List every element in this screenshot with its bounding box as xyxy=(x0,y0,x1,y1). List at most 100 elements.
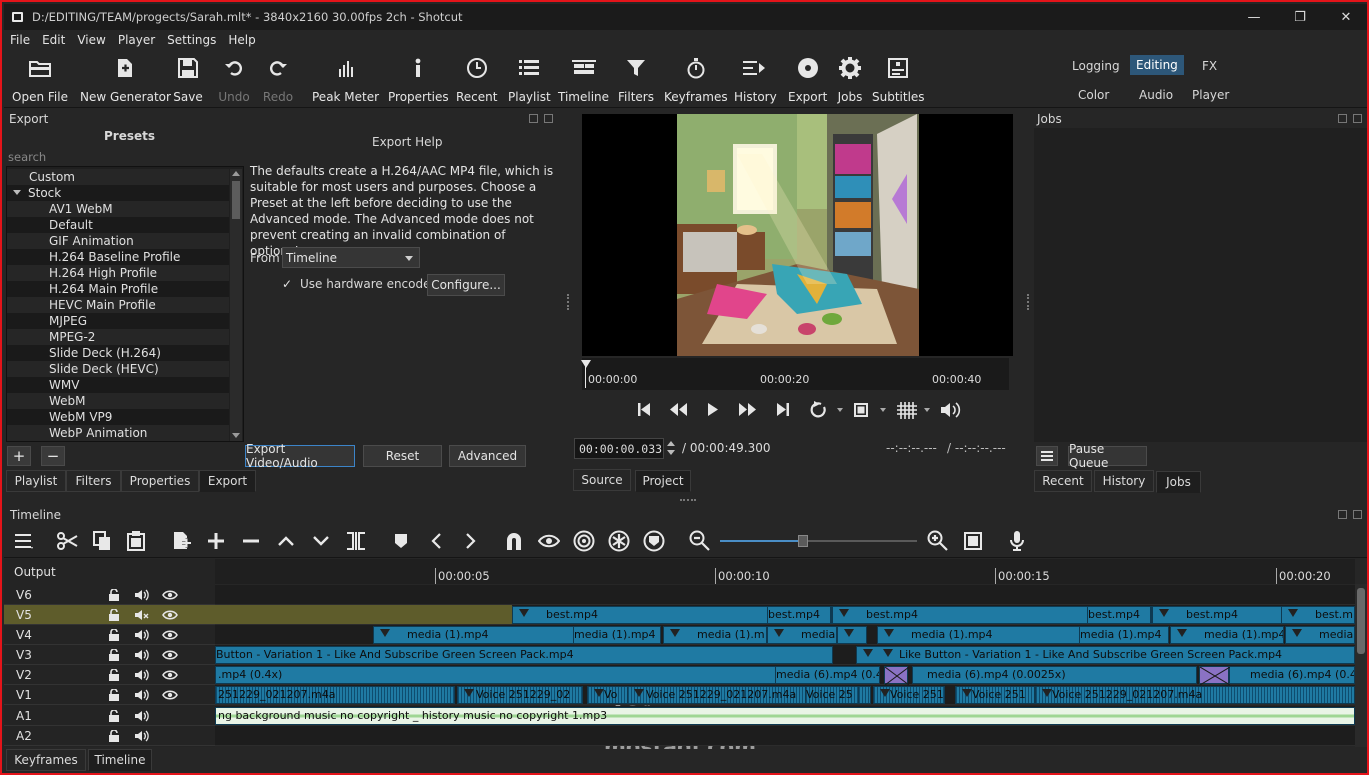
timeline-clip[interactable]: Like Button - Variation 1 - Like And Sub… xyxy=(856,646,1355,664)
reset-button[interactable]: Reset xyxy=(363,445,442,467)
tab-source[interactable]: Source xyxy=(573,469,631,491)
rewind-icon[interactable] xyxy=(670,403,687,416)
marker-icon[interactable] xyxy=(389,529,413,553)
tab-playlist[interactable]: Playlist xyxy=(6,470,66,492)
zoom-slider[interactable] xyxy=(720,535,917,547)
add-preset-button[interactable]: + xyxy=(7,446,31,466)
tab-export[interactable]: Export xyxy=(199,470,256,492)
tab-jobs[interactable]: Jobs xyxy=(1156,471,1201,493)
preset-item[interactable]: Slide Deck (HEVC) xyxy=(7,361,229,377)
close-icon[interactable] xyxy=(544,114,553,123)
eye-icon[interactable] xyxy=(162,629,178,641)
new-generator-button[interactable]: New Generator xyxy=(80,54,171,104)
speaker-icon[interactable] xyxy=(134,589,150,601)
maximize-button[interactable]: ❐ xyxy=(1277,4,1323,30)
menu-settings[interactable]: Settings xyxy=(167,33,216,47)
eye-icon[interactable] xyxy=(162,669,178,681)
preset-item[interactable]: WebM xyxy=(7,393,229,409)
timeline-clip[interactable]: media (1).mp4 xyxy=(573,626,661,644)
keyframes-button[interactable]: Keyframes xyxy=(664,54,728,104)
snap-magnet-icon[interactable] xyxy=(502,529,526,553)
subtitles-button[interactable]: Subtitles xyxy=(872,54,925,104)
from-select[interactable]: Timeline xyxy=(282,247,420,268)
lock-icon[interactable] xyxy=(108,628,120,641)
timeline-clip[interactable]: best.mp4 xyxy=(767,606,831,624)
jobs-button[interactable]: Jobs xyxy=(834,54,866,104)
timeline-clip[interactable]: media (1).mp4 xyxy=(1170,626,1284,644)
tab-history[interactable]: History xyxy=(1094,470,1154,492)
speaker-icon[interactable] xyxy=(134,689,150,701)
workspace-fx[interactable]: FX xyxy=(1196,56,1223,76)
microphone-icon[interactable] xyxy=(1005,529,1029,553)
preset-item[interactable]: MPEG-2 xyxy=(7,329,229,345)
lock-icon[interactable] xyxy=(108,648,120,661)
eye-icon[interactable] xyxy=(162,589,178,601)
preset-item[interactable]: MJPEG xyxy=(7,313,229,329)
ripple-all-tracks-icon[interactable] xyxy=(607,529,631,553)
timeline-clip[interactable]: best.mp4 xyxy=(1281,606,1355,624)
overwrite-icon[interactable] xyxy=(309,529,333,553)
menu-file[interactable]: File xyxy=(10,33,30,47)
menu-help[interactable]: Help xyxy=(228,33,255,47)
track-header-v1[interactable]: V1 xyxy=(4,685,215,705)
timeline-clip[interactable]: media ( xyxy=(1285,626,1355,644)
skip-previous-icon[interactable] xyxy=(638,403,650,416)
track-header-a2[interactable]: A2 xyxy=(4,726,215,746)
timeline-clip[interactable]: media (6).mp4 (0.0025x) xyxy=(912,666,1197,684)
timeline-clip[interactable]: m xyxy=(837,626,867,644)
remove-icon[interactable] xyxy=(239,529,263,553)
zoom-slider-handle[interactable] xyxy=(798,535,808,547)
lock-icon[interactable] xyxy=(108,668,120,681)
track-lane[interactable] xyxy=(215,726,1355,746)
workspace-logging[interactable]: Logging xyxy=(1066,56,1126,76)
timeline-clip[interactable]: best.mp4 xyxy=(1152,606,1282,624)
hw-encoder-checkbox[interactable]: ✓ xyxy=(282,278,294,290)
save-button[interactable]: Save xyxy=(172,54,204,104)
preset-item[interactable]: H.264 Baseline Profile xyxy=(7,249,229,265)
track-header-v2[interactable]: V2 xyxy=(4,665,215,685)
track-lane[interactable] xyxy=(215,585,1355,605)
speaker-icon[interactable] xyxy=(134,669,150,681)
speaker-icon[interactable] xyxy=(134,629,150,641)
lift-icon[interactable] xyxy=(274,529,298,553)
preset-item[interactable]: Slide Deck (H.264) xyxy=(7,345,229,361)
timeline-button[interactable]: Timeline xyxy=(558,54,609,104)
loop-icon[interactable] xyxy=(810,401,843,418)
preset-item[interactable]: Default xyxy=(7,217,229,233)
advanced-button[interactable]: Advanced xyxy=(449,445,526,467)
preset-scrollbar[interactable] xyxy=(230,169,242,441)
ripple-icon[interactable] xyxy=(572,529,596,553)
float-icon[interactable] xyxy=(1338,510,1347,519)
track-header-v3[interactable]: V3 xyxy=(4,645,215,665)
timeline-clip[interactable]: Voice 25 xyxy=(805,686,859,704)
timeline-vertical-scrollbar[interactable] xyxy=(1355,584,1367,747)
transition-block[interactable] xyxy=(884,666,910,686)
timeline-menu-icon[interactable] xyxy=(12,529,36,553)
fast-forward-icon[interactable] xyxy=(739,403,756,416)
preset-item[interactable]: Stock xyxy=(7,185,229,201)
export-video-audio-button[interactable]: Export Video/Audio xyxy=(245,442,355,470)
volume-icon[interactable] xyxy=(941,402,961,418)
pause-queue-button[interactable]: Pause Queue xyxy=(1068,442,1147,470)
split-icon[interactable] xyxy=(344,529,368,553)
preset-item[interactable]: WebM VP9 xyxy=(7,409,229,425)
preset-item[interactable]: H.264 High Profile xyxy=(7,265,229,281)
timeline-clip[interactable]: Voice 251229_02 xyxy=(457,686,583,704)
export-button[interactable]: Export xyxy=(788,54,827,104)
copy-icon[interactable] xyxy=(90,529,114,553)
timecode-input[interactable]: 00:00:00.033 xyxy=(574,438,664,459)
timeline-clip[interactable]: Button - Variation 1 - Like And Subscrib… xyxy=(215,646,833,664)
lock-icon[interactable] xyxy=(108,709,120,722)
zoom-out-icon[interactable] xyxy=(688,529,712,553)
timeline-clip[interactable]: media (6).mp4 (0.4x) xyxy=(1229,666,1355,684)
preset-item[interactable]: AV1 WebM xyxy=(7,201,229,217)
eye-icon[interactable] xyxy=(162,689,178,701)
redo-button[interactable]: Redo xyxy=(262,54,294,104)
eye-icon[interactable] xyxy=(162,609,178,621)
workspace-audio[interactable]: Audio xyxy=(1133,85,1179,105)
tab-recent[interactable]: Recent xyxy=(1034,470,1092,492)
timeline-clip[interactable]: Voice 251 xyxy=(955,686,1035,704)
recent-button[interactable]: Recent xyxy=(456,54,497,104)
close-icon[interactable] xyxy=(1353,114,1362,123)
close-icon[interactable] xyxy=(1353,510,1362,519)
